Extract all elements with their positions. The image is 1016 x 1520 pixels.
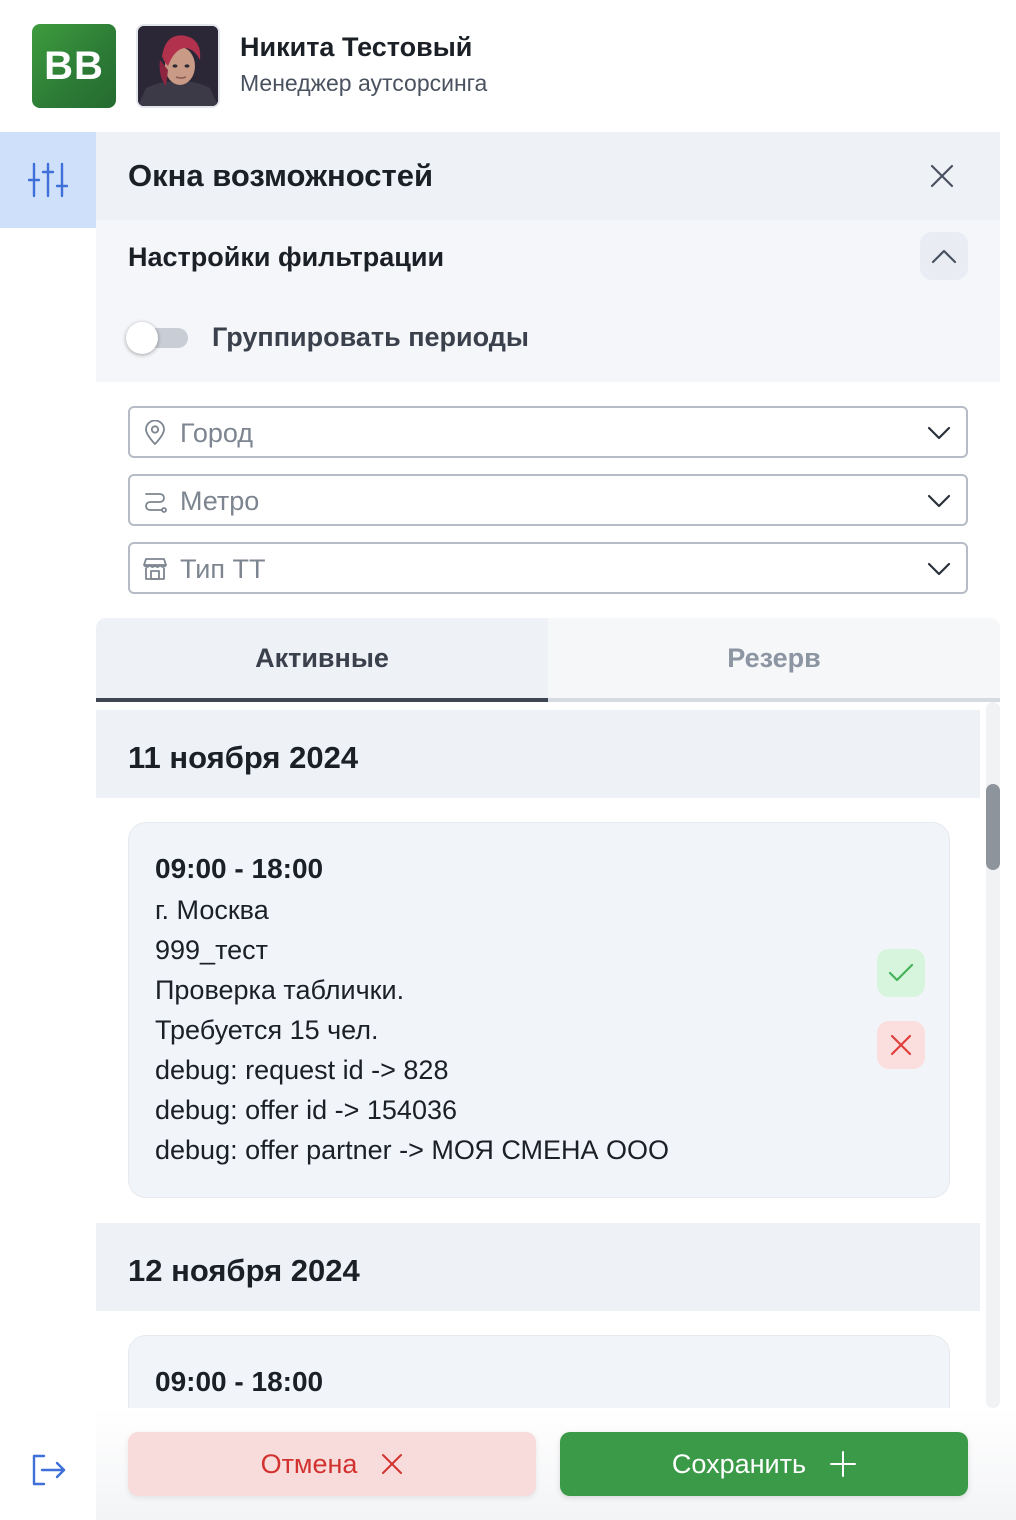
reject-offer-button[interactable] <box>877 1021 925 1069</box>
route-icon <box>142 488 168 514</box>
tab-reserve[interactable]: Резерв <box>548 618 1000 702</box>
panel-header: Окна возможностей <box>96 132 1000 220</box>
filter-settings-section: Настройки фильтрации Группировать период… <box>96 220 1000 382</box>
store-type-placeholder: Тип ТТ <box>180 554 266 584</box>
offer-debug-request: debug: request id -> 828 <box>155 1055 449 1085</box>
date-group-header: 12 ноября 2024 <box>96 1223 980 1311</box>
offer-time: 09:00 - 18:00 <box>155 1366 324 1397</box>
offer-description: Проверка таблички. <box>155 975 405 1005</box>
city-placeholder: Город <box>180 418 254 448</box>
chevron-down-icon <box>926 489 952 513</box>
logout-icon <box>32 1454 66 1486</box>
logout-button[interactable] <box>26 1448 70 1492</box>
cancel-button-label: Отмена <box>260 1448 358 1479</box>
check-icon <box>888 963 914 982</box>
chevron-down-icon <box>926 557 952 581</box>
offer-store: 999_тест <box>155 935 269 965</box>
map-pin-icon <box>142 420 168 446</box>
app-header: BB Никита Тестовый Менеджер аутсорсинга <box>0 0 1016 132</box>
metro-placeholder: Метро <box>180 486 260 516</box>
chevron-up-icon <box>931 249 957 264</box>
offer-card[interactable]: 09:00 - 18:00 <box>128 1335 950 1408</box>
footer-actions: Отмена Сохранить <box>96 1408 1016 1520</box>
close-icon <box>381 1453 403 1475</box>
cancel-button[interactable]: Отмена <box>128 1432 536 1496</box>
offer-debug-offer: debug: offer id -> 154036 <box>155 1095 457 1125</box>
store-type-select[interactable]: Тип ТТ <box>128 542 968 594</box>
chevron-down-icon <box>926 421 952 445</box>
close-icon <box>930 164 954 188</box>
offer-required: Требуется 15 чел. <box>155 1015 379 1045</box>
user-role: Менеджер аутсорсинга <box>240 70 488 96</box>
panel-title: Окна возможностей <box>128 158 434 193</box>
avatar[interactable] <box>136 24 220 108</box>
save-button-label: Сохранить <box>671 1448 807 1479</box>
tab-active[interactable]: Активные <box>96 618 548 702</box>
store-icon <box>142 556 168 582</box>
city-select[interactable]: Город <box>128 406 968 458</box>
toggle-knob <box>126 322 158 354</box>
date-group-header: 11 ноября 2024 <box>96 710 980 798</box>
sliders-icon <box>28 162 68 198</box>
list-scrollbar[interactable] <box>986 702 1000 1408</box>
group-periods-label: Группировать периоды <box>212 322 529 352</box>
accept-offer-button[interactable] <box>877 949 925 997</box>
close-button[interactable] <box>922 156 962 196</box>
app-logo[interactable]: BB <box>32 24 116 108</box>
scrollbar-thumb[interactable] <box>986 784 1000 870</box>
avatar-image <box>138 26 218 106</box>
date-group-label: 11 ноября 2024 <box>128 740 359 775</box>
metro-select[interactable]: Метро <box>128 474 968 526</box>
offer-city: г. Москва <box>155 895 269 925</box>
offer-card[interactable]: 09:00 - 18:00 г. Москва 999_тест Проверк… <box>128 822 950 1198</box>
offer-time: 09:00 - 18:00 <box>155 853 324 884</box>
plus-icon <box>830 1451 857 1477</box>
offer-debug-partner: debug: offer partner -> МОЯ СМЕНА ООО <box>155 1135 670 1165</box>
save-button[interactable]: Сохранить <box>560 1432 968 1496</box>
date-group-label: 12 ноября 2024 <box>128 1253 360 1288</box>
filter-settings-title: Настройки фильтрации <box>128 242 445 272</box>
offers-list[interactable]: 11 ноября 2024 09:00 - 18:00 г. Москва 9… <box>96 702 1000 1408</box>
group-periods-toggle[interactable] <box>126 322 188 354</box>
close-icon <box>890 1034 912 1056</box>
sidebar-filters-button[interactable] <box>0 132 96 228</box>
collapse-filters-button[interactable] <box>920 232 968 280</box>
offer-tabs: Активные Резерв <box>96 618 1000 702</box>
user-name: Никита Тестовый <box>240 32 473 62</box>
